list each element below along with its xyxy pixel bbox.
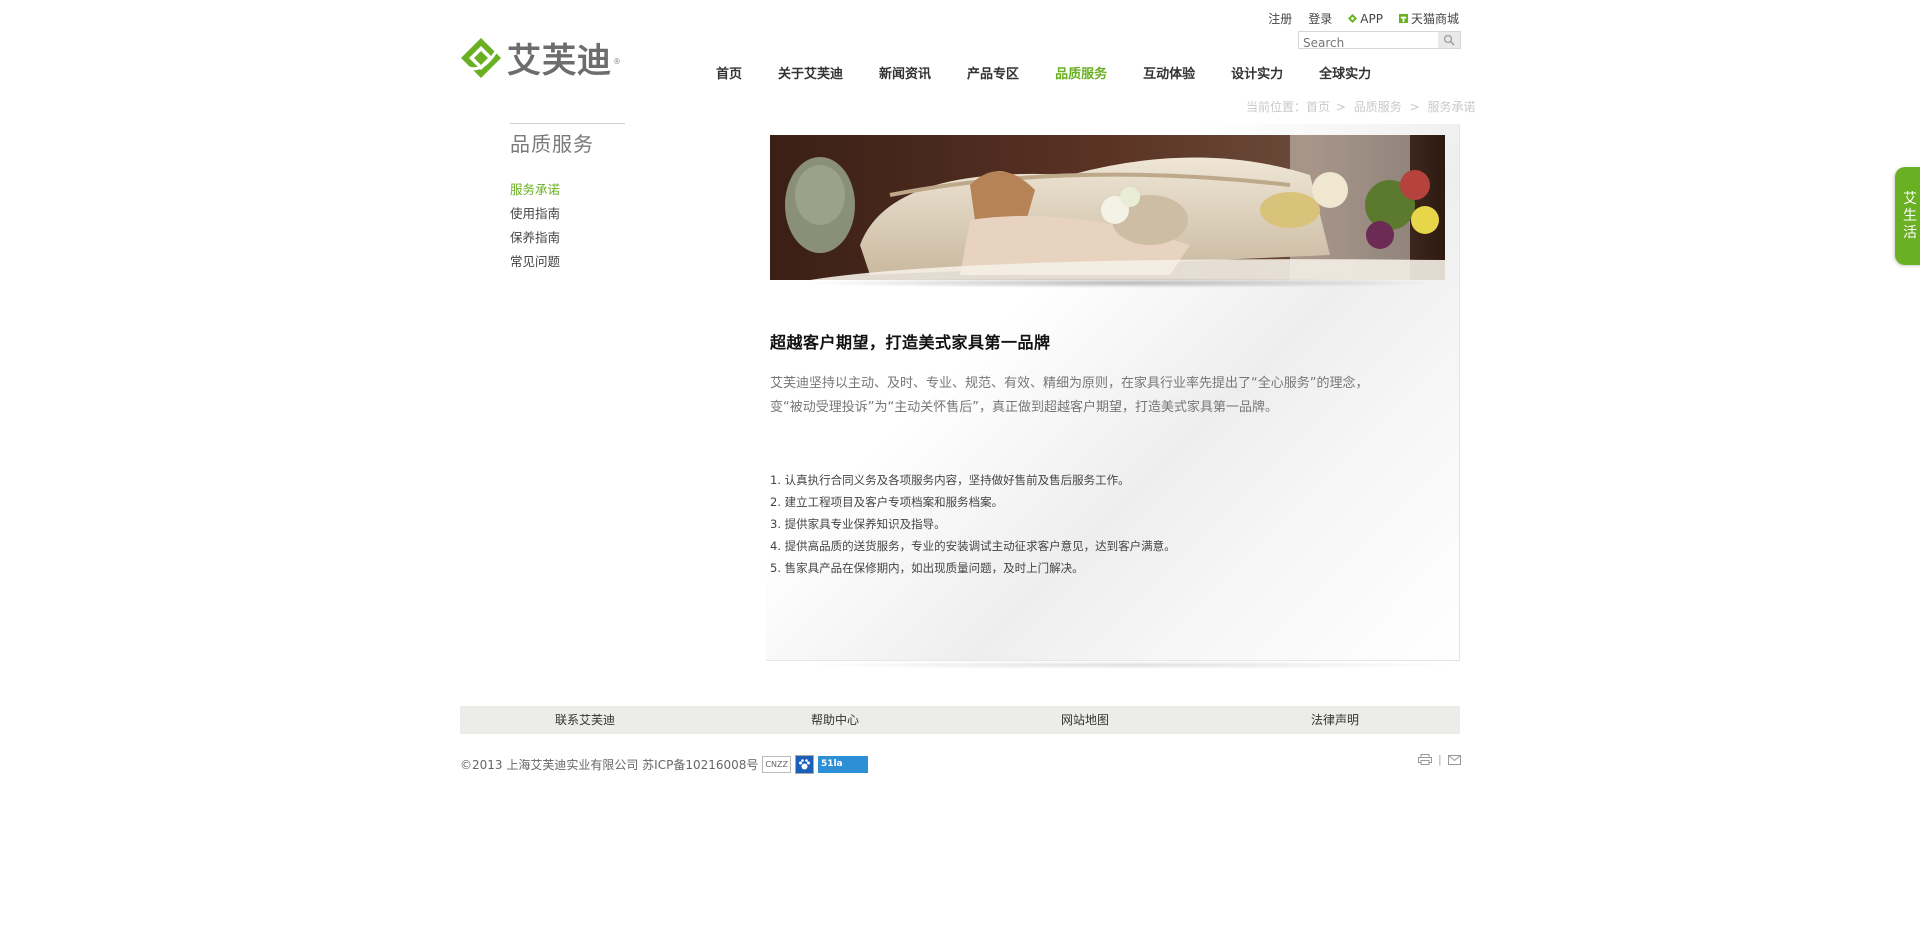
side-tab-ai-life[interactable]: 艾 生 活 — [1895, 167, 1920, 265]
breadcrumb-sep: > — [1335, 100, 1346, 114]
banner-image — [770, 135, 1445, 280]
breadcrumb: 当前位置：首页 > 品质服务 > 服务承诺 — [1246, 98, 1478, 115]
content-intro: 艾芙迪坚持以主动、及时、专业、规范、有效、精细为原则，在家具行业率先提出了“全心… — [770, 376, 1369, 415]
sidebar-title: 品质服务 — [510, 132, 594, 156]
main-nav: 首页 关于艾芙迪 新闻资讯 产品专区 品质服务 互动体验 设计实力 全球实力 — [716, 63, 1371, 82]
footer-link-legal[interactable]: 法律声明 — [1210, 706, 1460, 734]
logo-reg-mark: ® — [613, 56, 621, 66]
footer-icon-separator: | — [1438, 753, 1442, 766]
nav-item-quality-service[interactable]: 品质服务 — [1055, 63, 1107, 82]
sidebar-menu: 服务承诺 使用指南 保养指南 常见问题 — [510, 178, 560, 274]
breadcrumb-page: 服务承诺 — [1427, 100, 1476, 114]
list-item: 2. 建立工程项目及客户专项档案和服务档案。 — [770, 495, 1004, 509]
banner-shadow — [800, 278, 1440, 288]
tmall-link-label: 天猫商城 — [1410, 12, 1459, 26]
service-promise-list: 1. 认真执行合同义务及各项服务内容，坚持做好售前及售后服务工作。 2. 建立工… — [770, 469, 1176, 579]
tmall-icon — [1398, 14, 1408, 23]
sidebar-item-service-promise[interactable]: 服务承诺 — [510, 178, 560, 202]
logo-text: 艾芙迪 — [507, 41, 612, 81]
list-item: 5. 售家具产品在保修期内，如出现质量问题，及时上门解决。 — [770, 561, 1084, 575]
side-tab-char: 活 — [1903, 224, 1917, 241]
app-icon — [1348, 14, 1358, 23]
logo[interactable]: 艾芙迪 ® — [459, 36, 624, 86]
list-item: 1. 认真执行合同义务及各项服务内容，坚持做好售前及售后服务工作。 — [770, 473, 1130, 487]
footer-link-sitemap[interactable]: 网站地图 — [960, 706, 1210, 734]
footer-icons: | — [1418, 753, 1461, 766]
sidebar-item-care-guide[interactable]: 保养指南 — [510, 226, 560, 250]
search-box — [1298, 31, 1461, 51]
paw-icon — [798, 759, 810, 770]
app-link-label: APP — [1360, 11, 1383, 26]
footer-link-contact[interactable]: 联系艾芙迪 — [460, 706, 710, 734]
list-item: 4. 提供高品质的送货服务，专业的安装调试主动征求客户意见，达到客户满意。 — [770, 539, 1176, 553]
nav-item-news[interactable]: 新闻资讯 — [879, 63, 931, 82]
side-tab-char: 生 — [1903, 207, 1917, 224]
nav-item-about[interactable]: 关于艾芙迪 — [778, 63, 843, 82]
51la-badge[interactable]: 51la — [817, 756, 868, 773]
cnzz-badge[interactable]: CNZZ — [762, 756, 791, 773]
register-link[interactable]: 注册 — [1268, 10, 1292, 27]
login-link[interactable]: 登录 — [1308, 10, 1332, 27]
panel-shadow — [800, 661, 1460, 669]
search-input[interactable] — [1299, 35, 1435, 51]
top-links: 注册 登录 APP 天猫商城 — [1268, 10, 1459, 27]
footer-nav: 联系艾芙迪 帮助中心 网站地图 法律声明 — [460, 706, 1460, 734]
sidebar-item-faq[interactable]: 常见问题 — [510, 250, 560, 274]
breadcrumb-home[interactable]: 首页 — [1306, 100, 1330, 114]
sidebar-divider — [510, 123, 625, 124]
baidu-paw-icon[interactable] — [794, 755, 814, 774]
content-title: 超越客户期望，打造美式家具第一品牌 — [770, 333, 1051, 352]
breadcrumb-sep: > — [1409, 100, 1420, 114]
footer-link-help[interactable]: 帮助中心 — [710, 706, 960, 734]
nav-item-home[interactable]: 首页 — [716, 63, 742, 82]
tmall-link[interactable]: 天猫商城 — [1398, 10, 1459, 27]
search-icon — [1443, 34, 1455, 46]
list-item: 3. 提供家具专业保养知识及指导。 — [770, 517, 946, 531]
banner-photo — [770, 135, 1445, 280]
logo-mark-icon — [461, 38, 501, 78]
nav-item-design[interactable]: 设计实力 — [1231, 63, 1283, 82]
nav-item-interactive[interactable]: 互动体验 — [1143, 63, 1195, 82]
mail-icon[interactable] — [1447, 754, 1461, 765]
search-button[interactable] — [1438, 32, 1460, 48]
side-tab-char: 艾 — [1903, 190, 1917, 207]
nav-item-products[interactable]: 产品专区 — [967, 63, 1019, 82]
breadcrumb-section[interactable]: 品质服务 — [1354, 100, 1402, 114]
copyright-text: ©2013 上海艾芙迪实业有限公司 苏ICP备10216008号 — [460, 758, 759, 772]
copyright-bar: ©2013 上海艾芙迪实业有限公司 苏ICP备10216008号 CNZZ 51… — [460, 755, 868, 774]
nav-item-global[interactable]: 全球实力 — [1319, 63, 1371, 82]
sidebar-item-usage-guide[interactable]: 使用指南 — [510, 202, 560, 226]
print-icon[interactable] — [1418, 754, 1432, 765]
app-link[interactable]: APP — [1348, 10, 1383, 27]
breadcrumb-prefix: 当前位置： — [1246, 100, 1307, 114]
